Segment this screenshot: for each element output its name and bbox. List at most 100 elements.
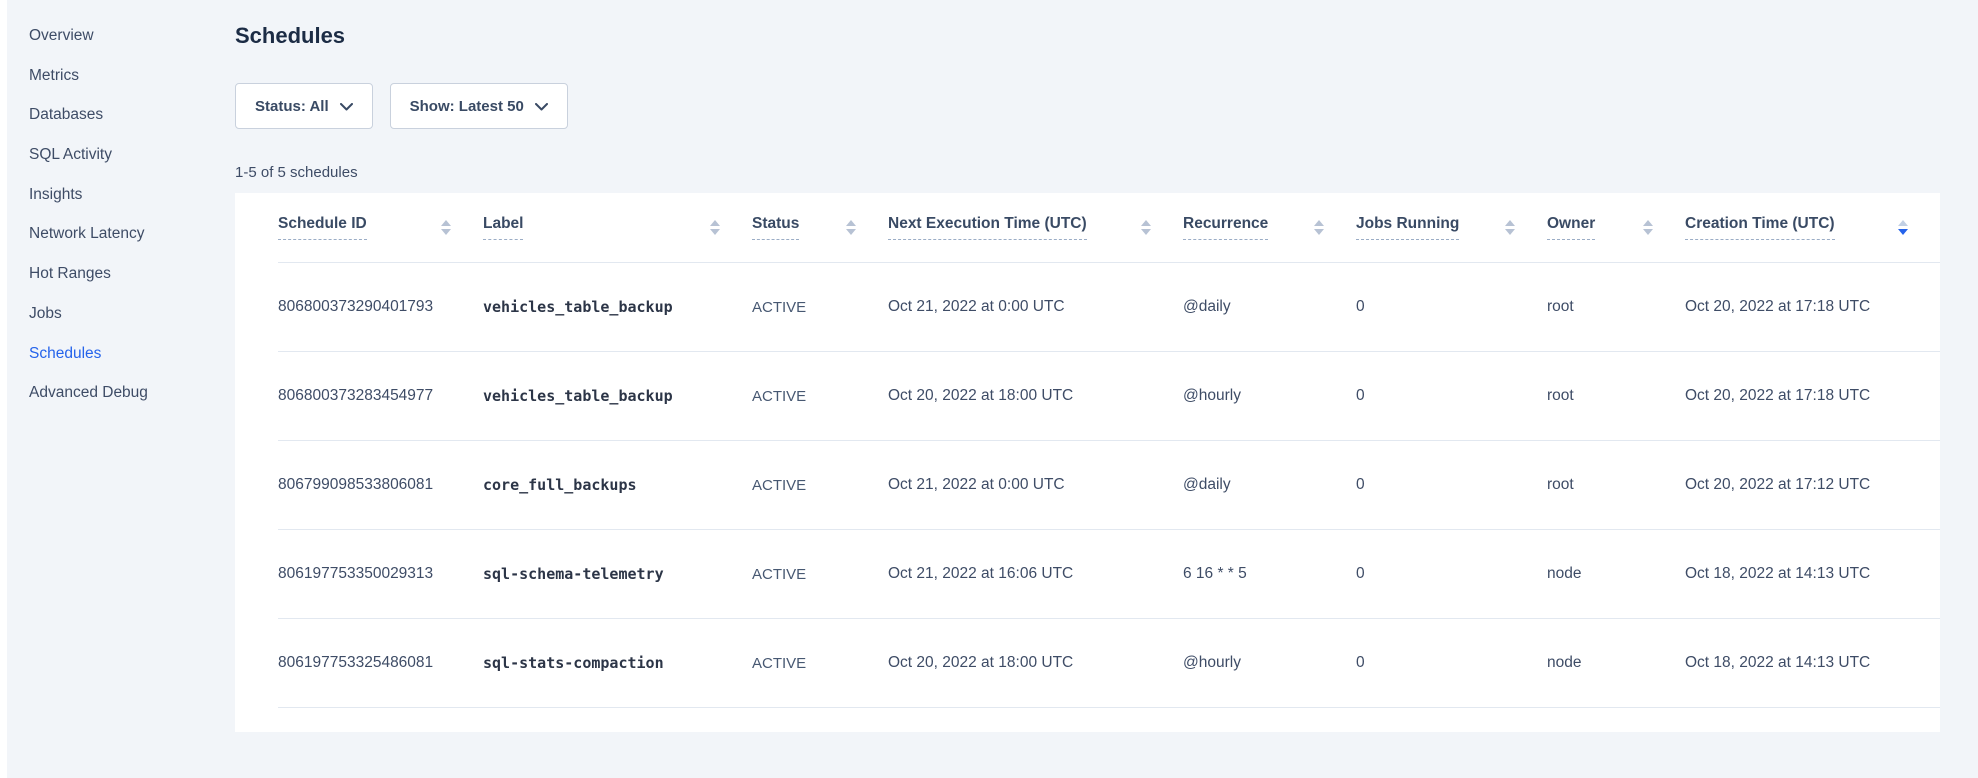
sort-desc-icon	[1314, 229, 1324, 235]
sort-desc-icon	[441, 229, 451, 235]
sort-desc-icon	[1643, 229, 1653, 235]
cell-schedule-id: 806800373290401793	[278, 263, 483, 352]
sidebar-item-network-latency[interactable]: Network Latency	[29, 214, 228, 254]
cell-owner: root	[1547, 441, 1685, 530]
results-count: 1-5 of 5 schedules	[235, 163, 1940, 183]
sidebar-item-advanced-debug[interactable]: Advanced Debug	[29, 373, 228, 413]
sort-icons	[846, 220, 856, 235]
cell-recurrence: @hourly	[1183, 619, 1356, 708]
sidebar-item-overview[interactable]: Overview	[29, 16, 228, 56]
sort-asc-icon	[441, 220, 451, 226]
sort-asc-icon	[1643, 220, 1653, 226]
cell-label: sql-schema-telemetry	[483, 530, 752, 619]
page-title: Schedules	[235, 24, 1940, 48]
column-label: Schedule ID	[278, 215, 367, 240]
cell-status: ACTIVE	[752, 263, 888, 352]
cell-status: ACTIVE	[752, 530, 888, 619]
cell-creation-time-utc-: Oct 18, 2022 at 14:13 UTC	[1685, 619, 1940, 708]
sort-icons	[1505, 220, 1515, 235]
column-label: Jobs Running	[1356, 215, 1459, 240]
sort-asc-icon	[710, 220, 720, 226]
sort-asc-icon	[846, 220, 856, 226]
cell-next-execution-time-utc-: Oct 21, 2022 at 0:00 UTC	[888, 263, 1183, 352]
cell-label: vehicles_table_backup	[483, 352, 752, 441]
cell-recurrence: @daily	[1183, 263, 1356, 352]
sort-desc-icon	[710, 229, 720, 235]
sidebar-item-metrics[interactable]: Metrics	[29, 56, 228, 96]
column-header-next-execution-time-utc-[interactable]: Next Execution Time (UTC)	[888, 193, 1183, 263]
sort-icons	[1643, 220, 1653, 235]
filter-bar: Status: All Show: Latest 50	[235, 83, 1940, 129]
cell-label: vehicles_table_backup	[483, 263, 752, 352]
sidebar-item-jobs[interactable]: Jobs	[29, 294, 228, 334]
sort-desc-icon	[1505, 229, 1515, 235]
status-filter-label: Status: All	[255, 98, 329, 115]
column-label: Creation Time (UTC)	[1685, 215, 1835, 240]
cell-label: sql-stats-compaction	[483, 619, 752, 708]
cell-schedule-id: 806197753325486081	[278, 619, 483, 708]
cell-jobs-running: 0	[1356, 441, 1547, 530]
sort-asc-icon	[1141, 220, 1151, 226]
sort-icons	[441, 220, 451, 235]
sidebar-item-hot-ranges[interactable]: Hot Ranges	[29, 254, 228, 294]
cell-status: ACTIVE	[752, 619, 888, 708]
cell-jobs-running: 0	[1356, 619, 1547, 708]
cell-recurrence: @daily	[1183, 441, 1356, 530]
sort-desc-icon	[1898, 229, 1908, 235]
cell-label: core_full_backups	[483, 441, 752, 530]
status-filter-dropdown[interactable]: Status: All	[235, 83, 373, 129]
cell-recurrence: @hourly	[1183, 352, 1356, 441]
column-label: Status	[752, 215, 799, 240]
table-header-row: Schedule ID Label Status Next Execution Tim…	[278, 193, 1940, 263]
sidebar-item-databases[interactable]: Databases	[29, 95, 228, 135]
sidebar-item-sql-activity[interactable]: SQL Activity	[29, 135, 228, 175]
show-filter-dropdown[interactable]: Show: Latest 50	[390, 83, 568, 129]
cell-owner: node	[1547, 619, 1685, 708]
cell-owner: root	[1547, 263, 1685, 352]
column-header-jobs-running[interactable]: Jobs Running	[1356, 193, 1547, 263]
cell-jobs-running: 0	[1356, 352, 1547, 441]
table-row: 806197753350029313sql-schema-telemetryAC…	[278, 530, 1940, 619]
column-header-label[interactable]: Label	[483, 193, 752, 263]
cell-creation-time-utc-: Oct 18, 2022 at 14:13 UTC	[1685, 530, 1940, 619]
column-label: Owner	[1547, 215, 1595, 240]
table-row: 806800373290401793vehicles_table_backupA…	[278, 263, 1940, 352]
table-row: 806799098533806081core_full_backupsACTIV…	[278, 441, 1940, 530]
cell-creation-time-utc-: Oct 20, 2022 at 17:12 UTC	[1685, 441, 1940, 530]
cell-creation-time-utc-: Oct 20, 2022 at 17:18 UTC	[1685, 352, 1940, 441]
sidebar-nav: OverviewMetricsDatabasesSQL ActivityInsi…	[0, 16, 228, 413]
cell-jobs-running: 0	[1356, 263, 1547, 352]
cell-owner: root	[1547, 352, 1685, 441]
column-header-recurrence[interactable]: Recurrence	[1183, 193, 1356, 263]
chevron-down-icon	[535, 103, 548, 111]
sort-asc-icon	[1505, 220, 1515, 226]
column-label: Label	[483, 215, 523, 240]
cell-next-execution-time-utc-: Oct 20, 2022 at 18:00 UTC	[888, 352, 1183, 441]
schedules-page: Schedules Status: All Show: Latest 50 1-…	[235, 0, 1940, 732]
column-header-schedule-id[interactable]: Schedule ID	[278, 193, 483, 263]
column-header-owner[interactable]: Owner	[1547, 193, 1685, 263]
column-header-creation-time-utc-[interactable]: Creation Time (UTC)	[1685, 193, 1940, 263]
sort-asc-icon	[1898, 220, 1908, 226]
cell-status: ACTIVE	[752, 441, 888, 530]
sort-icons	[1314, 220, 1324, 235]
column-header-status[interactable]: Status	[752, 193, 888, 263]
sidebar-item-insights[interactable]: Insights	[29, 175, 228, 215]
table-row: 806800373283454977vehicles_table_backupA…	[278, 352, 1940, 441]
cell-next-execution-time-utc-: Oct 21, 2022 at 0:00 UTC	[888, 441, 1183, 530]
schedules-table: Schedule ID Label Status Next Execution Tim…	[278, 193, 1940, 708]
column-label: Recurrence	[1183, 215, 1268, 240]
show-filter-label: Show: Latest 50	[410, 98, 524, 115]
sidebar-item-schedules[interactable]: Schedules	[29, 334, 228, 374]
sort-icons	[710, 220, 720, 235]
cell-schedule-id: 806800373283454977	[278, 352, 483, 441]
cell-schedule-id: 806799098533806081	[278, 441, 483, 530]
cell-creation-time-utc-: Oct 20, 2022 at 17:18 UTC	[1685, 263, 1940, 352]
schedules-table-card: Schedule ID Label Status Next Execution Tim…	[235, 193, 1940, 732]
column-label: Next Execution Time (UTC)	[888, 215, 1087, 240]
cell-owner: node	[1547, 530, 1685, 619]
cell-next-execution-time-utc-: Oct 21, 2022 at 16:06 UTC	[888, 530, 1183, 619]
sort-icons	[1141, 220, 1151, 235]
cell-next-execution-time-utc-: Oct 20, 2022 at 18:00 UTC	[888, 619, 1183, 708]
cell-recurrence: 6 16 * * 5	[1183, 530, 1356, 619]
